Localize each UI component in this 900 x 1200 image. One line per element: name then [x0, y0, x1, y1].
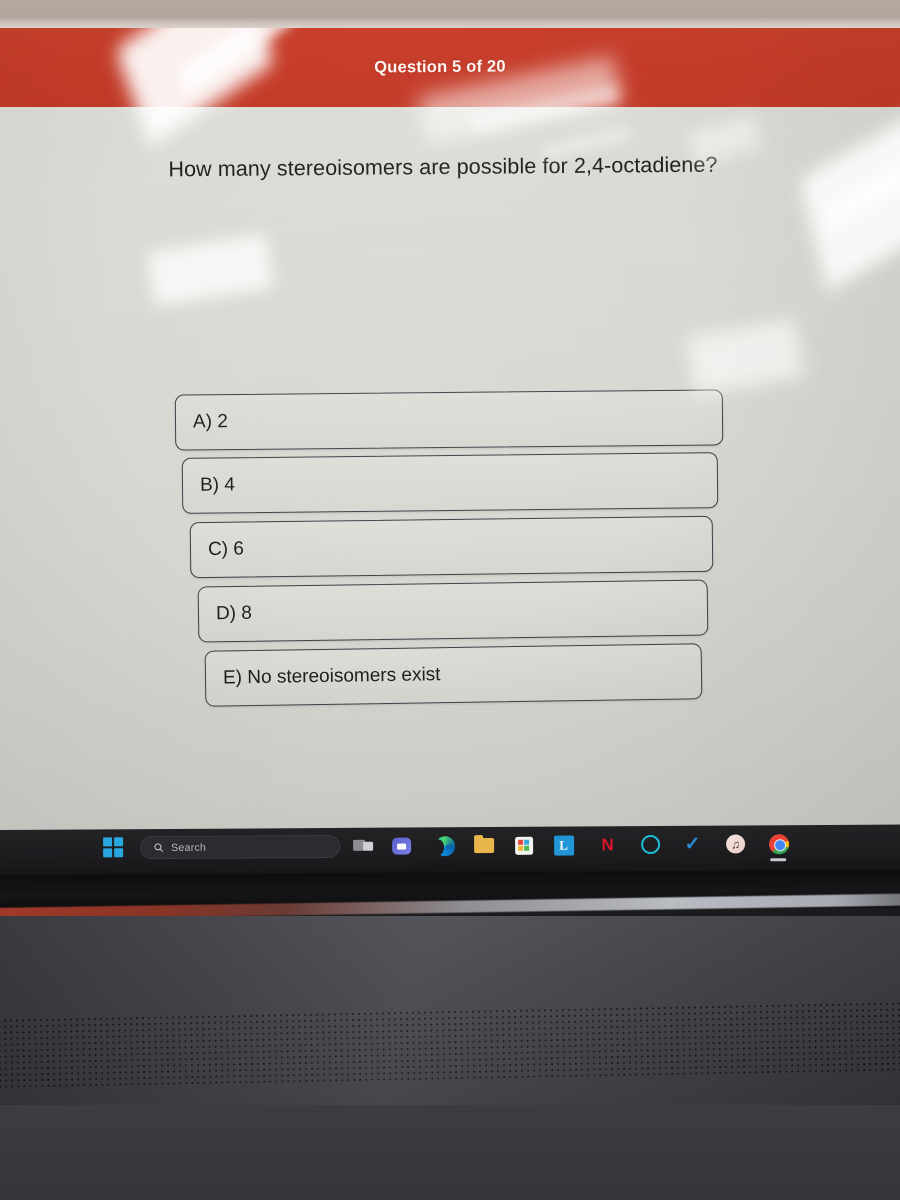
screenshot-root: Question 5 of 20 How many stereoisomers … [0, 0, 900, 1200]
answer-options-list: A) 2 B) 4 C) 6 D) 8 E) No stereoisomers … [0, 389, 900, 722]
answer-option-b[interactable]: B) 4 [181, 452, 719, 514]
task-view-icon[interactable] [352, 836, 374, 857]
keyboard-function-row: ✖ F4 ☼− F5 ☼+ F6 ▯▤ F7 ✈ F8 [0, 1105, 900, 1200]
windows-taskbar: Search L N ✓ ♫ [0, 824, 900, 875]
answer-option-d[interactable]: D) 8 [197, 579, 709, 643]
answer-option-e[interactable]: E) No stereoisomers exist [204, 643, 703, 707]
chrome-icon[interactable] [768, 833, 789, 854]
search-input[interactable]: Search [140, 834, 341, 860]
blue-l-app-letter: L [553, 834, 574, 856]
windows-logo-icon[interactable] [103, 837, 124, 858]
edge-icon[interactable] [434, 835, 455, 856]
answer-option-a[interactable]: A) 2 [174, 389, 724, 451]
todoist-check-icon[interactable]: ✓ [682, 834, 703, 855]
laptop-screen: Question 5 of 20 How many stereoisomers … [0, 28, 900, 833]
laptop-photo-scene: Question 5 of 20 How many stereoisomers … [0, 0, 900, 1200]
answer-option-c-label: C) 6 [207, 538, 245, 560]
answer-option-a-label: A) 2 [192, 411, 228, 433]
teams-icon[interactable] [391, 835, 412, 856]
answer-option-e-label: E) No stereoisomers exist [222, 664, 441, 689]
answer-option-d-label: D) 8 [215, 602, 253, 625]
search-placeholder: Search [171, 841, 207, 854]
background-wall [0, 0, 900, 30]
answer-option-c[interactable]: C) 6 [189, 515, 714, 579]
netflix-letter: N [601, 835, 614, 855]
netflix-icon[interactable]: N [597, 834, 618, 855]
music-app-icon[interactable]: ♫ [725, 833, 746, 854]
quiz-header-bar: Question 5 of 20 [0, 28, 900, 107]
question-text: How many stereoisomers are possible for … [168, 152, 718, 182]
file-explorer-icon[interactable] [473, 835, 494, 856]
alexa-icon[interactable] [640, 834, 661, 855]
search-icon [153, 842, 164, 853]
blue-l-app-icon[interactable]: L [553, 834, 574, 856]
quiz-content-area: How many stereoisomers are possible for … [0, 107, 900, 833]
question-counter: Question 5 of 20 [374, 57, 506, 77]
answer-option-b-label: B) 4 [199, 474, 235, 496]
microsoft-store-icon[interactable] [513, 835, 534, 856]
chrome-active-indicator [770, 858, 787, 861]
